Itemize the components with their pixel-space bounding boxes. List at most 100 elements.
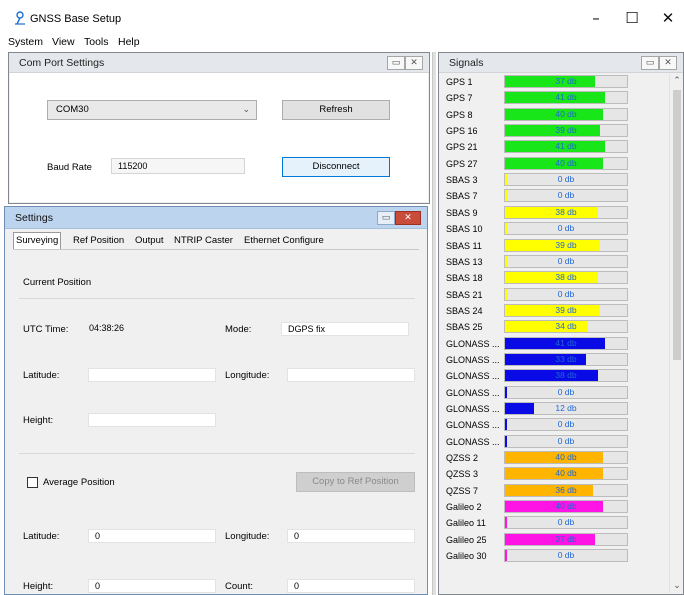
signal-name: SBAS 21 bbox=[446, 289, 483, 300]
com-port-panel-header[interactable]: Com Port Settings ▭ ✕ bbox=[9, 53, 429, 73]
signal-row: GLONASS ... 0 db bbox=[440, 417, 668, 433]
signal-row: QZSS 7 36 db bbox=[440, 483, 668, 499]
tab-ref-position[interactable]: Ref Position bbox=[71, 233, 126, 249]
tab-output[interactable]: Output bbox=[133, 233, 166, 249]
app-icon bbox=[15, 11, 25, 25]
panel-splitter[interactable] bbox=[432, 52, 436, 595]
signal-db-value: 38 db bbox=[555, 272, 577, 283]
avg-longitude-label: Longitude: bbox=[225, 531, 270, 542]
tab-ethernet-configure[interactable]: Ethernet Configure bbox=[242, 233, 326, 249]
signal-db-value: 34 db bbox=[555, 321, 577, 332]
avg-height-field: 0 bbox=[88, 579, 216, 593]
signal-row: SBAS 24 39 db bbox=[440, 303, 668, 319]
signal-db-value: 12 db bbox=[555, 403, 577, 413]
signal-row: SBAS 11 39 db bbox=[440, 238, 668, 254]
com-port-select[interactable]: COM30 ⌄ bbox=[47, 100, 257, 120]
settings-panel-header[interactable]: Settings ▭ ✕ bbox=[5, 207, 427, 229]
disconnect-button[interactable]: Disconnect bbox=[282, 157, 390, 177]
average-position-checkbox[interactable] bbox=[27, 477, 38, 488]
signal-db-value: 38 db bbox=[555, 370, 577, 381]
signal-strength-bar: 39 db bbox=[504, 238, 628, 252]
height-field bbox=[88, 413, 216, 427]
signal-name: QZSS 7 bbox=[446, 485, 479, 496]
com-port-panel-body: COM30 ⌄ Refresh Baud Rate 115200 Disconn… bbox=[10, 73, 428, 202]
signal-db-value: 41 db bbox=[555, 92, 577, 103]
scroll-up-icon[interactable]: ⌃ bbox=[670, 74, 684, 88]
baud-rate-field[interactable]: 115200 bbox=[111, 158, 245, 174]
signal-row: Galileo 11 0 db bbox=[440, 515, 668, 531]
signal-db-value: 0 db bbox=[557, 255, 575, 266]
signals-panel: Signals ▭ ✕ GPS 1 37 db GPS 7 41 db GPS 8 40 … bbox=[438, 52, 684, 595]
signal-row: GPS 27 40 db bbox=[440, 156, 668, 172]
tab-surveying[interactable]: Surveying bbox=[13, 232, 62, 250]
signal-row: GLONASS ... 0 db bbox=[440, 385, 668, 401]
signal-row: GLONASS ... 38 db bbox=[440, 368, 668, 384]
signal-name: Galileo 25 bbox=[446, 534, 487, 545]
chevron-down-icon: ⌄ bbox=[242, 104, 250, 114]
signal-name: Galileo 30 bbox=[446, 551, 487, 562]
signal-name: GPS 21 bbox=[446, 142, 478, 153]
signal-db-value: 37 db bbox=[555, 533, 577, 544]
close-button[interactable]: ✕ bbox=[650, 8, 684, 28]
tab-ntrip-caster[interactable]: NTRIP Caster bbox=[172, 233, 235, 249]
signal-strength-bar: 40 db bbox=[504, 500, 628, 514]
signal-name: SBAS 11 bbox=[446, 240, 482, 251]
signal-row: GPS 7 41 db bbox=[440, 90, 668, 106]
copy-to-ref-position-button[interactable]: Copy to Ref Position bbox=[296, 472, 415, 492]
signal-name: SBAS 24 bbox=[446, 305, 483, 316]
signals-panel-header[interactable]: Signals ▭ ✕ bbox=[439, 53, 683, 73]
signal-db-value: 0 db bbox=[557, 550, 575, 561]
signal-name: GPS 1 bbox=[446, 77, 473, 87]
signal-row: Galileo 2 40 db bbox=[440, 499, 668, 515]
signal-strength-bar: 36 db bbox=[504, 483, 628, 497]
signal-strength-bar: 38 db bbox=[504, 369, 628, 383]
panel-close-icon[interactable]: ✕ bbox=[405, 56, 423, 70]
avg-latitude-field: 0 bbox=[88, 529, 216, 543]
signal-db-value: 0 db bbox=[557, 223, 575, 234]
signal-row: GPS 16 39 db bbox=[440, 123, 668, 139]
signals-minimize-icon[interactable]: ▭ bbox=[641, 56, 659, 70]
signal-strength-bar: 41 db bbox=[504, 91, 628, 105]
panel-minimize-icon[interactable]: ▭ bbox=[387, 56, 405, 70]
signal-strength-bar: 33 db bbox=[504, 352, 628, 366]
menu-system[interactable]: System bbox=[8, 36, 43, 48]
signal-strength-bar: 0 db bbox=[504, 516, 628, 530]
minimize-button[interactable]: – bbox=[578, 8, 614, 28]
signal-row: QZSS 2 40 db bbox=[440, 450, 668, 466]
signal-db-value: 40 db bbox=[555, 452, 577, 463]
scroll-thumb[interactable] bbox=[673, 90, 681, 360]
settings-minimize-icon[interactable]: ▭ bbox=[377, 211, 395, 225]
menu-bar: System View Tools Help bbox=[0, 34, 684, 50]
latitude-label: Latitude: bbox=[23, 370, 60, 381]
signal-name: GPS 27 bbox=[446, 158, 478, 169]
longitude-field bbox=[287, 368, 415, 382]
utc-time-value: 04:38:26 bbox=[89, 323, 125, 333]
menu-tools[interactable]: Tools bbox=[84, 36, 109, 48]
signal-strength-bar: 37 db bbox=[504, 75, 628, 88]
maximize-button[interactable]: ☐ bbox=[614, 8, 650, 28]
signal-row: GLONASS ... 0 db bbox=[440, 434, 668, 450]
settings-close-icon[interactable]: ✕ bbox=[395, 211, 421, 225]
current-position-label: Current Position bbox=[23, 277, 92, 288]
signal-strength-bar: 0 db bbox=[504, 385, 628, 399]
menu-help[interactable]: Help bbox=[118, 36, 140, 48]
baud-rate-label: Baud Rate bbox=[47, 162, 92, 173]
signal-name: GLONASS ... bbox=[446, 387, 500, 398]
signal-db-value: 36 db bbox=[555, 484, 577, 495]
signal-row: SBAS 7 0 db bbox=[440, 188, 668, 204]
signal-db-value: 39 db bbox=[555, 239, 577, 250]
latitude-field bbox=[88, 368, 216, 382]
signals-scrollbar[interactable]: ⌃ ⌄ bbox=[669, 74, 683, 593]
refresh-button[interactable]: Refresh bbox=[282, 100, 390, 120]
signal-strength-bar: 0 db bbox=[504, 222, 628, 236]
signal-strength-bar: 40 db bbox=[504, 156, 628, 170]
menu-view[interactable]: View bbox=[52, 36, 75, 48]
signal-row: Galileo 30 0 db bbox=[440, 548, 668, 564]
height-label: Height: bbox=[23, 415, 54, 426]
com-port-select-value: COM30 bbox=[56, 104, 89, 115]
signal-db-value: 39 db bbox=[555, 304, 577, 315]
longitude-label: Longitude: bbox=[225, 370, 270, 381]
scroll-down-icon[interactable]: ⌄ bbox=[670, 579, 684, 593]
signal-name: SBAS 13 bbox=[446, 256, 483, 267]
signals-close-icon[interactable]: ✕ bbox=[659, 56, 677, 70]
